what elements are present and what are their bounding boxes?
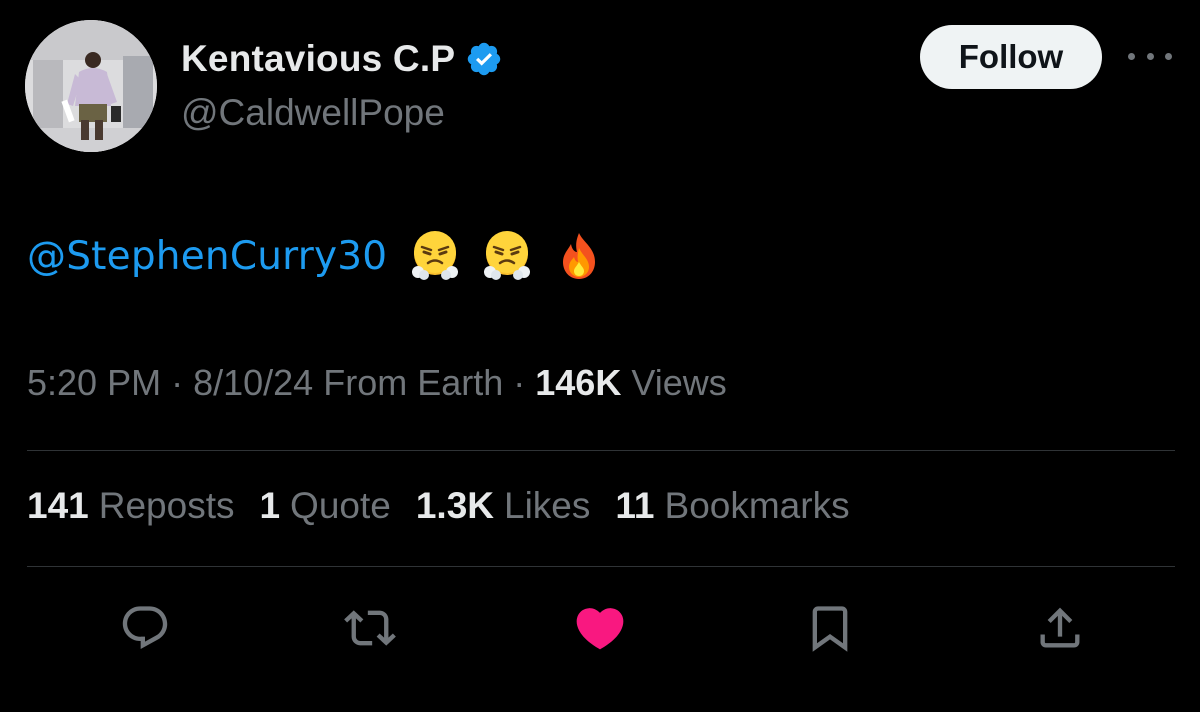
reply-button[interactable] <box>115 598 175 658</box>
likes-label: Likes <box>504 485 591 526</box>
tweet-location: From Earth <box>323 362 504 403</box>
reposts-label: Reposts <box>98 485 235 526</box>
more-dot <box>1146 52 1154 60</box>
divider <box>27 566 1175 567</box>
face-with-steam-emoji <box>412 231 459 280</box>
quotes-stat[interactable]: 1 Quote <box>259 485 390 527</box>
avatar-photo <box>25 20 157 152</box>
likes-stat[interactable]: 1.3K Likes <box>416 485 591 527</box>
repost-button[interactable] <box>340 598 400 658</box>
tweet-text: @StephenCurry30 <box>27 226 605 286</box>
repost-icon <box>344 610 396 646</box>
author-handle[interactable]: @CaldwellPope <box>181 92 445 134</box>
bookmarks-stat[interactable]: 11 Bookmarks <box>615 485 849 527</box>
bookmarks-label: Bookmarks <box>664 485 850 526</box>
avatar[interactable] <box>25 20 157 152</box>
more-dot <box>1128 52 1135 60</box>
quotes-count: 1 <box>259 485 281 526</box>
tweet: Kentavious C.P @CaldwellPope Follow @Ste… <box>0 0 1200 712</box>
likes-count: 1.3K <box>415 485 494 526</box>
meta-separator: · <box>161 362 194 403</box>
share-icon <box>1040 607 1080 648</box>
follow-button[interactable]: Follow <box>920 25 1102 89</box>
divider <box>27 450 1175 451</box>
bookmarks-count: 11 <box>615 485 655 526</box>
like-button[interactable] <box>570 598 630 658</box>
meta-separator: · <box>503 362 536 403</box>
views-count: 146K <box>535 362 622 403</box>
reposts-count: 141 <box>27 485 89 526</box>
reposts-stat[interactable]: 141 Reposts <box>27 485 234 527</box>
verified-badge-icon <box>467 42 501 76</box>
engagement-stats: 141 Reposts 1 Quote 1.3K Likes 11 Bookmarks <box>27 485 875 527</box>
tweet-date[interactable]: 8/10/24 <box>193 362 313 403</box>
like-icon <box>576 608 624 650</box>
author-name-row: Kentavious C.P <box>181 34 503 84</box>
tweet-meta: 5:20 PM · 8/10/24 From Earth · 146K View… <box>27 362 727 404</box>
bookmark-icon <box>812 606 848 652</box>
author-display-name[interactable]: Kentavious C.P <box>181 38 455 80</box>
tweet-time[interactable]: 5:20 PM <box>27 362 161 403</box>
bookmark-button[interactable] <box>800 598 860 658</box>
face-with-steam-emoji <box>484 231 531 280</box>
more-options-icon[interactable] <box>1128 44 1172 68</box>
more-dot <box>1165 52 1172 60</box>
quotes-label: Quote <box>290 485 391 526</box>
share-button[interactable] <box>1030 598 1090 658</box>
mention-link[interactable]: @StephenCurry30 <box>27 234 387 279</box>
views-label: Views <box>631 362 727 403</box>
reply-icon <box>122 606 168 650</box>
fire-emoji <box>563 233 596 279</box>
